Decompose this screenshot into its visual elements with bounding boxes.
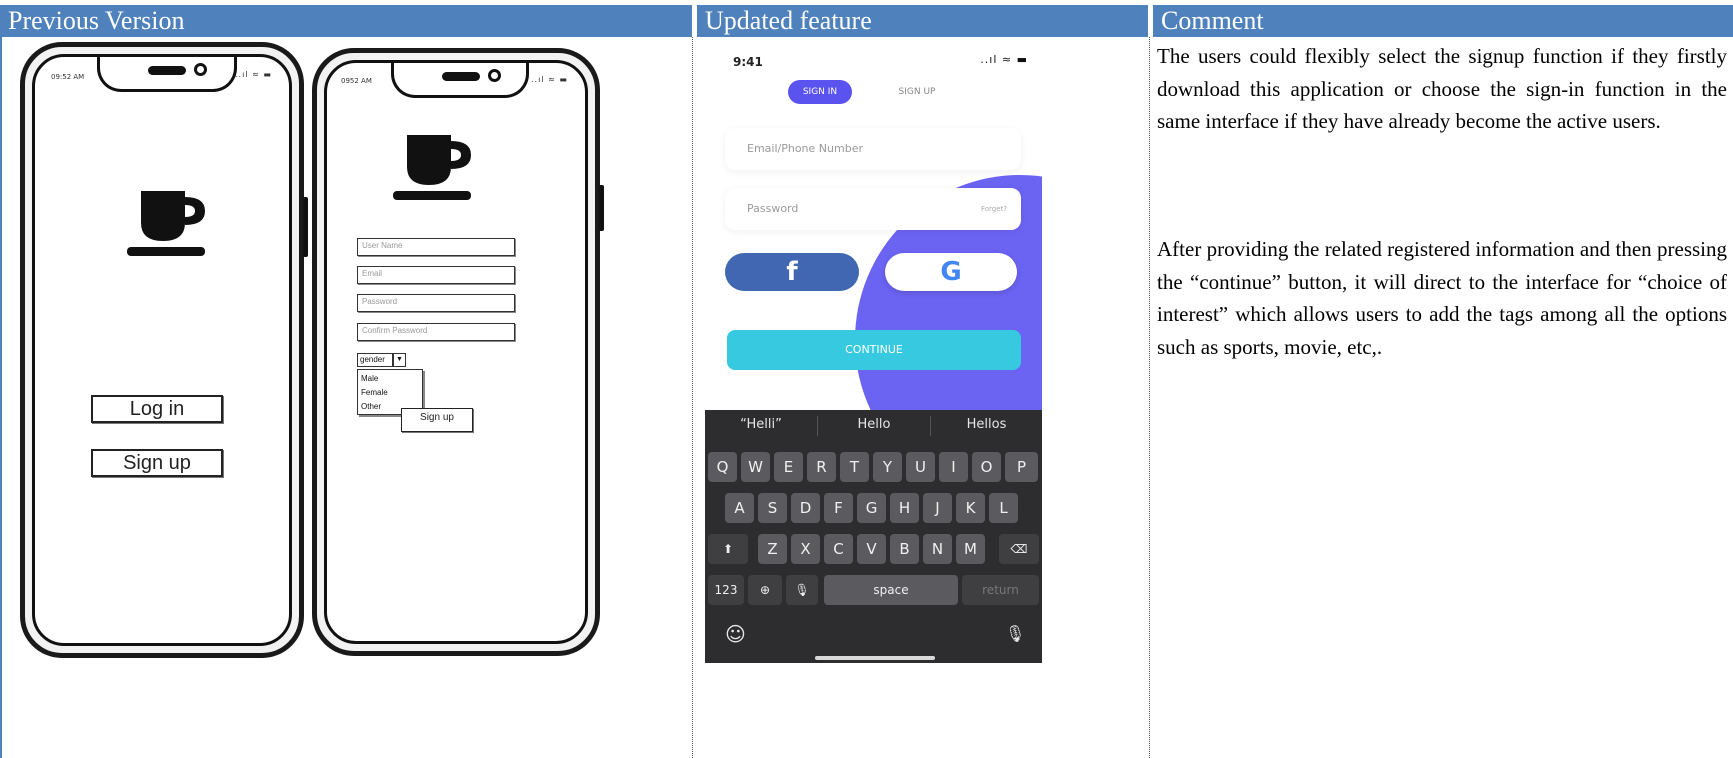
key-e[interactable]: E (774, 452, 803, 482)
microphone-icon: 🎙 (1005, 624, 1026, 643)
phone-screen: 0952 AM ..ıl ≈ ▬ User Name Email Passwor… (324, 60, 588, 644)
wireframe-phone-signup: 0952 AM ..ıl ≈ ▬ User Name Email Passwor… (312, 48, 604, 656)
status-time: 0952 AM (341, 77, 372, 85)
microphone-icon: 🎙 (794, 583, 810, 597)
key-v[interactable]: V (857, 534, 886, 564)
key-b[interactable]: B (890, 534, 919, 564)
status-icons: ..ıl ≈ ▬ (531, 75, 568, 84)
suggestion-item[interactable]: “Helli” (705, 410, 817, 440)
email-placeholder: Email/Phone Number (747, 142, 863, 155)
wireframe-phone-login: 09:52 AM ..ıl ≈ ▬ Log in Sign up (20, 42, 308, 658)
key-u[interactable]: U (906, 452, 935, 482)
header-comment: Comment (1153, 5, 1733, 37)
email-field[interactable]: Email (357, 266, 515, 284)
key-t[interactable]: T (840, 452, 869, 482)
dictation-button[interactable]: 🎙 (1005, 624, 1025, 643)
key-m[interactable]: M (956, 534, 985, 564)
phone-notch (97, 57, 237, 92)
key-j[interactable]: J (923, 493, 952, 523)
backspace-icon: ⌫ (1010, 542, 1028, 556)
username-field[interactable]: User Name (357, 238, 515, 256)
key-y[interactable]: Y (873, 452, 902, 482)
coffee-cup-icon (127, 191, 205, 256)
signup-button[interactable]: Sign up (401, 408, 473, 432)
key-h[interactable]: H (890, 493, 919, 523)
column-divider (692, 37, 693, 758)
globe-icon: ⊕ (759, 583, 771, 597)
comment-paragraph-1: The users could flexibly select the sign… (1157, 44, 1727, 133)
phone-notch (391, 63, 529, 98)
on-screen-keyboard: “Helli” Hello Hellos Q W E R T Y U I O P… (705, 410, 1042, 663)
status-time: 9:41 (733, 55, 763, 69)
shift-icon: ⬆ (722, 542, 734, 556)
status-icons: ..ıl ≈ ▬ (235, 70, 272, 79)
password-field[interactable]: Password (357, 294, 515, 312)
globe-key[interactable]: ⊕ (748, 575, 782, 605)
forgot-password-link[interactable]: Forget? (981, 188, 1007, 230)
tab-sign-up[interactable]: SIGN UP (887, 80, 947, 104)
comment-paragraph-2: After providing the related registered i… (1157, 237, 1727, 359)
camera-icon (488, 69, 501, 82)
key-z[interactable]: Z (758, 534, 787, 564)
confirm-password-field[interactable]: Confirm Password (357, 323, 515, 341)
speaker-icon (148, 66, 186, 75)
home-indicator (815, 656, 935, 660)
key-d[interactable]: D (791, 493, 820, 523)
key-g[interactable]: G (857, 493, 886, 523)
return-key[interactable]: return (962, 575, 1039, 605)
key-w[interactable]: W (741, 452, 770, 482)
space-key[interactable]: space (824, 575, 958, 605)
login-button[interactable]: Log in (91, 395, 223, 423)
facebook-icon: f (786, 257, 798, 287)
numbers-key[interactable]: 123 (708, 575, 744, 605)
chevron-down-icon[interactable]: ▼ (393, 353, 406, 367)
key-f[interactable]: F (824, 493, 853, 523)
speaker-icon (442, 72, 480, 81)
password-input[interactable]: Password Forget? (725, 188, 1021, 230)
delete-key[interactable]: ⌫ (999, 534, 1039, 564)
key-k[interactable]: K (956, 493, 985, 523)
google-login-button[interactable]: G (885, 253, 1017, 291)
dictation-key[interactable]: 🎙 (786, 575, 818, 605)
shift-key[interactable]: ⬆ (708, 534, 748, 564)
status-icons: ..ıl ≈ ▬ (980, 53, 1028, 66)
gender-option-female[interactable]: Female (361, 386, 419, 400)
header-previous-version: Previous Version (0, 5, 692, 37)
key-c[interactable]: C (824, 534, 853, 564)
emoji-key[interactable]: ☺ (725, 622, 746, 646)
emoji-icon: ☺ (725, 622, 746, 646)
key-i[interactable]: I (939, 452, 968, 482)
tab-sign-in[interactable]: SIGN IN (788, 80, 852, 104)
key-o[interactable]: O (972, 452, 1001, 482)
key-r[interactable]: R (807, 452, 836, 482)
coffee-cup-icon (393, 135, 471, 200)
phone-side-button (599, 185, 604, 231)
camera-icon (194, 63, 207, 76)
key-x[interactable]: X (791, 534, 820, 564)
key-l[interactable]: L (989, 493, 1018, 523)
gender-select[interactable]: gender (357, 353, 393, 367)
key-a[interactable]: A (725, 493, 754, 523)
phone-side-button (303, 197, 308, 257)
key-s[interactable]: S (758, 493, 787, 523)
gender-select-label: gender (360, 355, 385, 364)
suggestion-item[interactable]: Hello (818, 410, 930, 440)
facebook-login-button[interactable]: f (725, 253, 859, 291)
column-divider (1149, 37, 1150, 758)
header-updated-feature: Updated feature (697, 5, 1148, 37)
status-time: 09:52 AM (51, 73, 85, 81)
password-placeholder: Password (747, 202, 799, 215)
continue-button[interactable]: CONTINUE (727, 330, 1021, 370)
table-left-border (0, 5, 2, 758)
google-icon: G (940, 257, 962, 287)
key-n[interactable]: N (923, 534, 952, 564)
key-q[interactable]: Q (708, 452, 737, 482)
key-p[interactable]: P (1005, 452, 1038, 482)
gender-option-male[interactable]: Male (361, 372, 419, 386)
suggestion-item[interactable]: Hellos (931, 410, 1042, 440)
updated-signin-screenshot: 9:41 ..ıl ≈ ▬ SIGN IN SIGN UP Email/Phon… (705, 40, 1042, 663)
email-phone-input[interactable]: Email/Phone Number (725, 128, 1021, 170)
signup-button[interactable]: Sign up (91, 449, 223, 477)
phone-screen: 09:52 AM ..ıl ≈ ▬ Log in Sign up (32, 54, 292, 646)
